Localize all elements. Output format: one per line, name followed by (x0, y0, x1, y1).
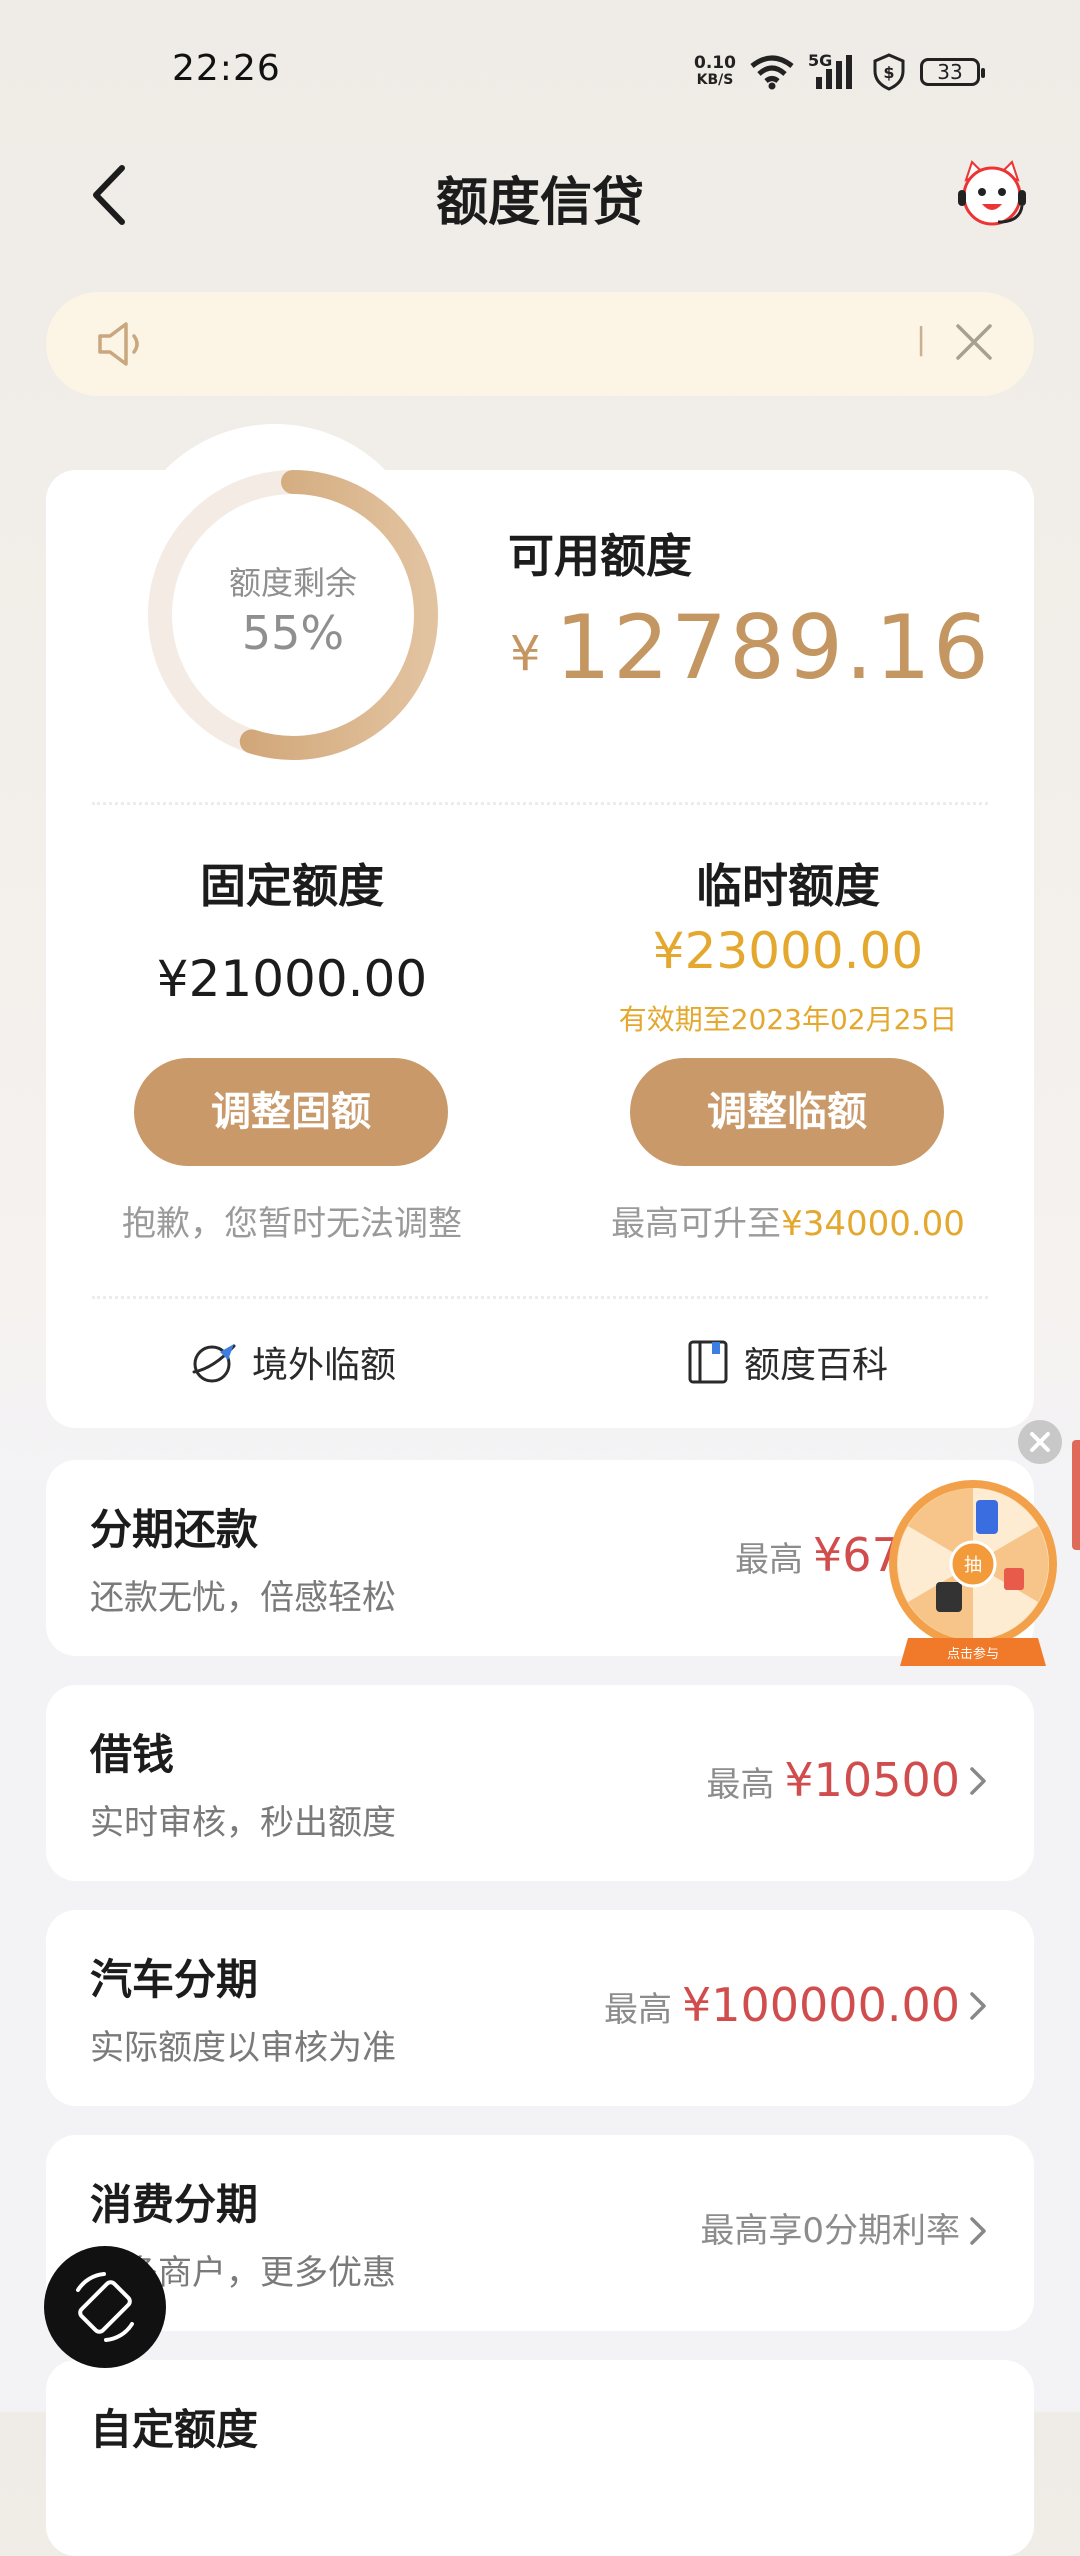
prize-wheel-icon: 抽 点击参与 (889, 1480, 1057, 1666)
divider (92, 802, 988, 805)
temporary-credit-amount: ¥23000.00 (652, 922, 924, 980)
product-subtitle: 还款无忧，倍感轻松 (90, 1578, 396, 1618)
wifi-icon (750, 55, 794, 90)
ring-label: 额度剩余 (228, 564, 357, 602)
status-icons: 0.10 KB/S 5G $ 33 (694, 50, 985, 94)
close-icon (1030, 1432, 1050, 1452)
product-item-custom-credit[interactable]: 自定额度 (46, 2360, 1034, 2556)
rotate-icon (76, 2272, 134, 2342)
product-limit: 最高 ¥10500 (706, 1753, 960, 1807)
ring-percent: 55% (241, 606, 345, 660)
temporary-credit-validity: 有效期至2023年02月25日 (618, 1003, 958, 1036)
adjust-fixed-credit-button[interactable]: 调整固额 (134, 1058, 448, 1166)
available-credit-amount: 12789.16 (555, 596, 991, 699)
product-title: 消费分期 (90, 2180, 259, 2229)
product-title: 分期还款 (90, 1505, 259, 1554)
fixed-credit-title: 固定额度 (200, 859, 384, 913)
network-speed: 0.10 KB/S (694, 55, 736, 89)
chevron-right-icon (970, 1992, 986, 2020)
page-title: 额度信贷 (435, 173, 644, 233)
product-limit-prefix: 最高 (603, 1990, 672, 2030)
status-time: 22:26 (172, 48, 281, 89)
product-limit-prefix: 最高享0分期利率 (700, 2211, 960, 2251)
divider (92, 1296, 988, 1299)
temporary-note-amount: ¥34000.00 (781, 1204, 965, 1244)
speaker-icon (98, 322, 139, 366)
product-item-borrow[interactable]: 借钱 实时审核，秒出额度 最高 ¥10500 (46, 1685, 1034, 1881)
credit-encyclopedia-label: 额度百科 (744, 1345, 889, 1386)
product-title: 自定额度 (90, 2405, 259, 2454)
shield-dollar-icon: $ (873, 53, 905, 91)
screen-rotate-button[interactable] (44, 2246, 166, 2368)
product-limit: 最高享0分期利率 (700, 2203, 960, 2252)
temporary-credit-note: 最高可升至¥34000.00 (578, 1196, 998, 1245)
product-limit-amount: ¥10500 (784, 1753, 960, 1807)
product-limit: 最高 ¥100000.00 (604, 1978, 960, 2032)
chevron-right-icon (970, 1767, 986, 1795)
credit-encyclopedia-link[interactable]: 额度百科 (686, 1336, 888, 1388)
network-speed-unit: KB/S (696, 72, 734, 88)
product-title: 借钱 (90, 1730, 175, 1779)
svg-text:$: $ (883, 63, 894, 82)
wheel-center-text: 抽 (964, 1555, 982, 1576)
temporary-note-prefix: 最高可升至 (611, 1204, 782, 1244)
lottery-wheel[interactable]: 抽 点击参与 (886, 1478, 1060, 1668)
wheel-close-button[interactable] (1018, 1420, 1062, 1464)
currency-symbol: ¥ (510, 626, 541, 682)
adjust-temporary-credit-button[interactable]: 调整临额 (630, 1058, 944, 1166)
product-title: 汽车分期 (90, 1955, 259, 2004)
plane-globe-icon (192, 1344, 236, 1383)
fixed-credit-amount: ¥21000.00 (156, 950, 428, 1008)
notice-bar[interactable]: | (46, 292, 1034, 396)
product-subtitle: 实时审核，秒出额度 (90, 1803, 396, 1843)
product-subtitle: 实际额度以审核为准 (90, 2028, 396, 2068)
product-item-consumer-installment[interactable]: 消费分期 更多商户，更多优惠 最高享0分期利率 (46, 2135, 1034, 2331)
temporary-credit-title: 临时额度 (696, 859, 880, 913)
cell-signal-icon: 5G (808, 51, 858, 91)
product-item-car-installment[interactable]: 汽车分期 实际额度以审核为准 最高 ¥100000.00 (46, 1910, 1034, 2106)
overseas-credit-label: 境外临额 (252, 1345, 397, 1386)
notice-text: | (916, 322, 927, 357)
close-icon[interactable] (952, 320, 996, 364)
product-limit-amount: ¥100000.00 (681, 1978, 960, 2032)
customer-service-mascot-icon[interactable] (954, 158, 1030, 230)
overseas-credit-link[interactable]: 境外临额 (190, 1336, 396, 1388)
available-credit-label: 可用额度 (508, 529, 692, 583)
product-limit-prefix: 最高 (735, 1540, 804, 1580)
chevron-right-icon (970, 2217, 986, 2245)
network-speed-value: 0.10 (694, 53, 736, 73)
product-limit-prefix: 最高 (706, 1765, 775, 1805)
fixed-credit-note: 抱歉，您暂时无法调整 (122, 1204, 462, 1244)
battery-icon: 33 (919, 58, 985, 86)
wheel-caption: 点击参与 (947, 1646, 999, 1662)
book-icon (688, 1340, 728, 1384)
edge-tab[interactable] (1072, 1440, 1080, 1550)
